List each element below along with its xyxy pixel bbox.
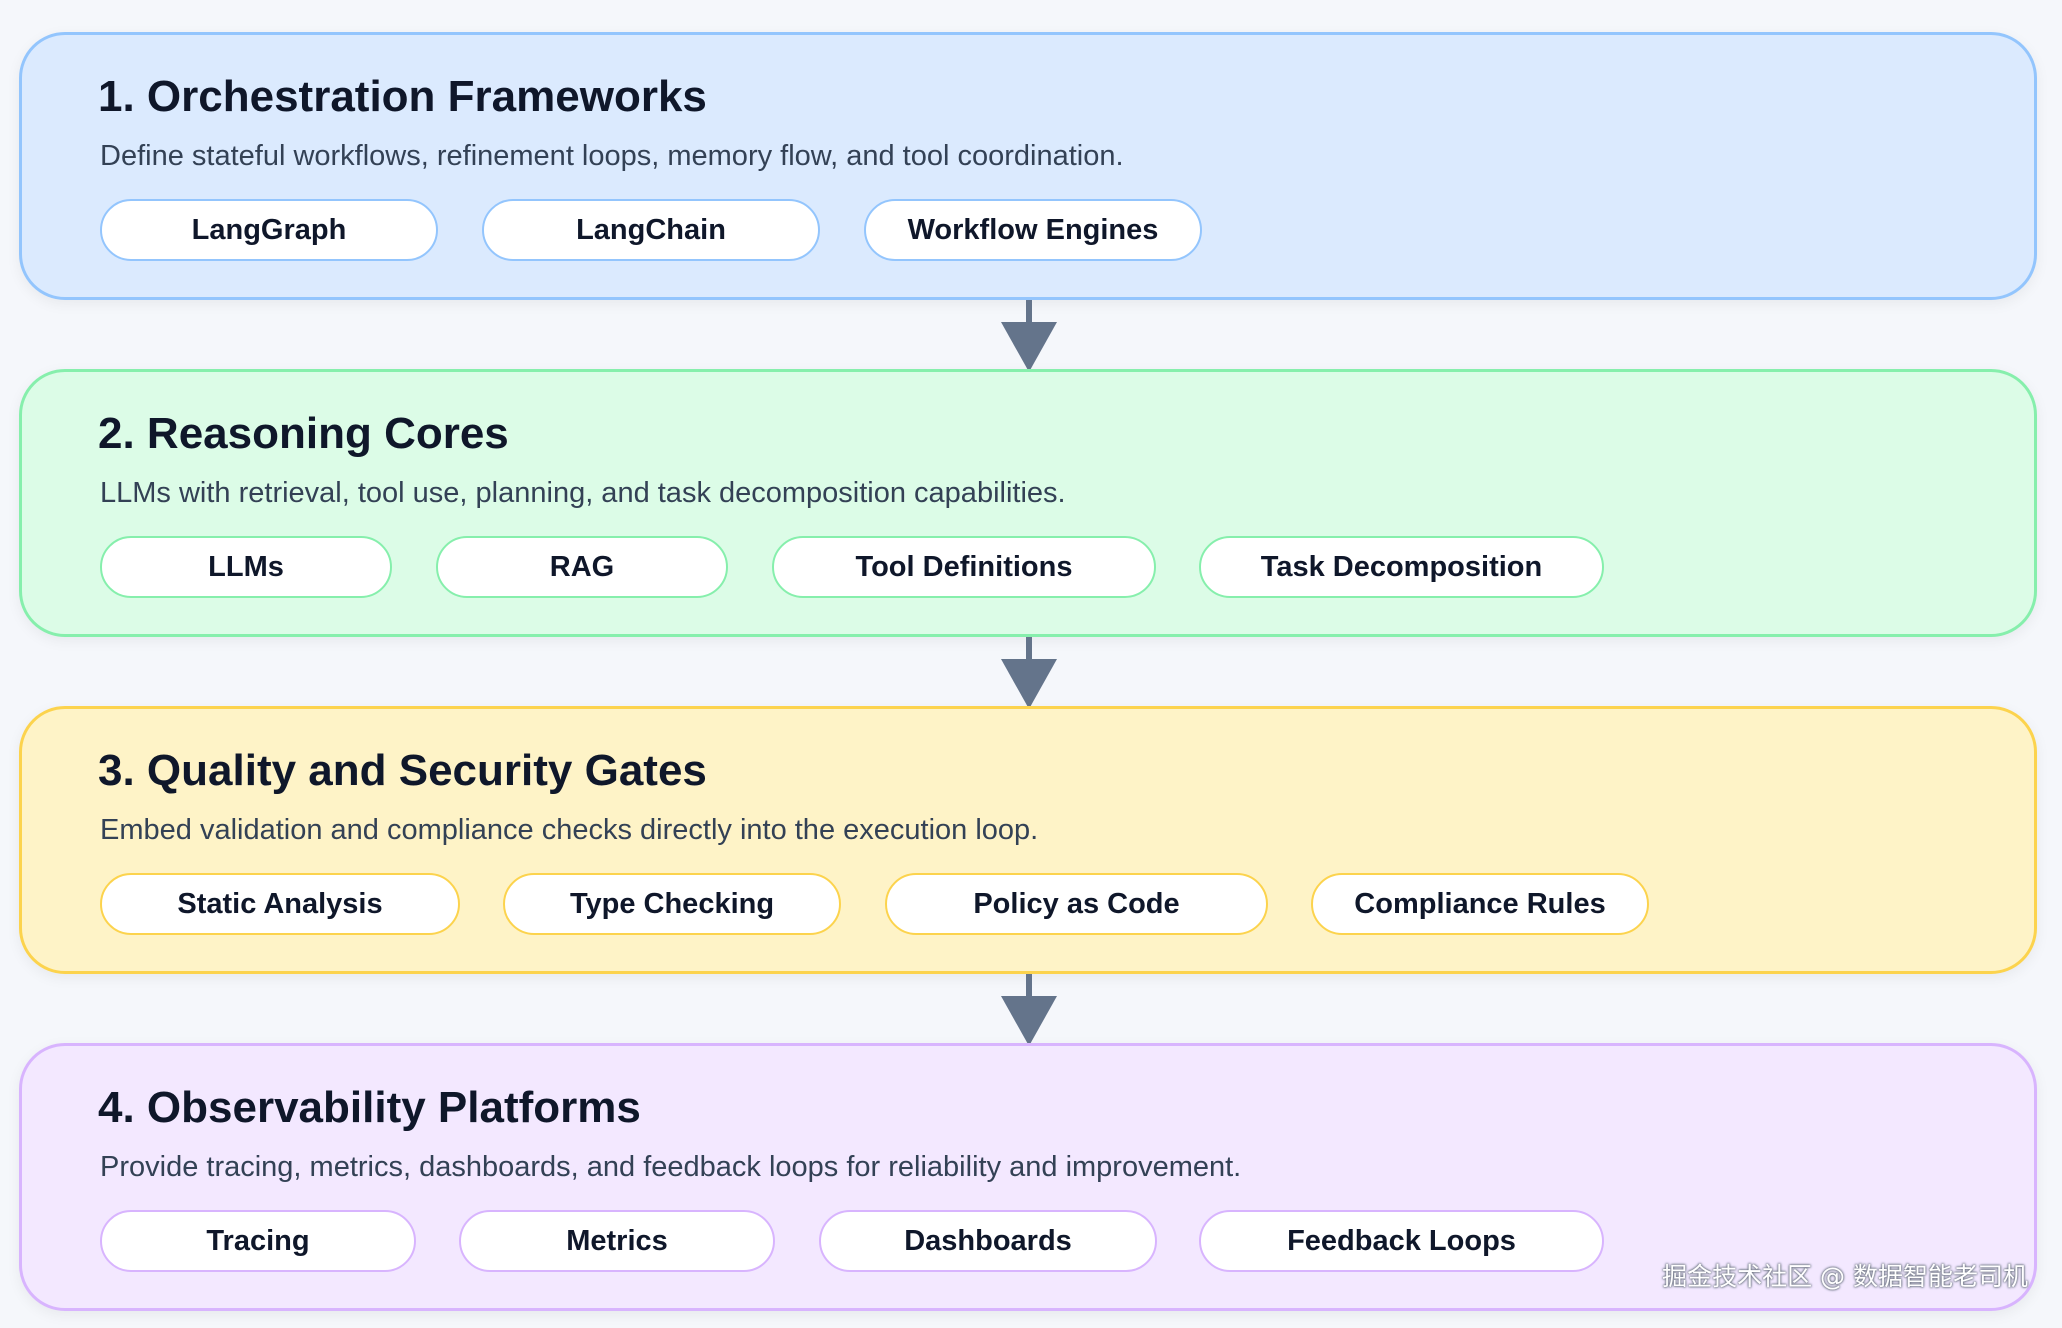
layer-description: LLMs with retrieval, tool use, planning,…	[100, 477, 1066, 509]
chip-dashboards: Dashboards	[819, 1210, 1157, 1272]
chip-task-decomposition: Task Decomposition	[1199, 536, 1604, 598]
watermark: 掘金技术社区 @ 数据智能老司机	[1662, 1262, 2028, 1291]
chip-metrics: Metrics	[459, 1210, 775, 1272]
down-arrow-icon	[1001, 300, 1057, 372]
chip-tool-definitions: Tool Definitions	[772, 536, 1156, 598]
down-arrow-icon	[1001, 637, 1057, 709]
layer-title: 2. Reasoning Cores	[98, 409, 509, 458]
layer-quality-security-gates: 3. Quality and Security Gates Embed vali…	[19, 706, 2037, 974]
chip-type-checking: Type Checking	[503, 873, 841, 935]
chip-rag: RAG	[436, 536, 728, 598]
chip-langgraph: LangGraph	[100, 199, 438, 261]
layer-title: 4. Observability Platforms	[98, 1083, 641, 1132]
chip-static-analysis: Static Analysis	[100, 873, 460, 935]
layer-title: 3. Quality and Security Gates	[98, 746, 707, 795]
layer-description: Embed validation and compliance checks d…	[100, 814, 1039, 846]
layer-reasoning-cores: 2. Reasoning Cores LLMs with retrieval, …	[19, 369, 2037, 637]
chip-llms: LLMs	[100, 536, 392, 598]
chip-policy-as-code: Policy as Code	[885, 873, 1268, 935]
down-arrow-icon	[1001, 974, 1057, 1046]
chip-workflow-engines: Workflow Engines	[864, 199, 1202, 261]
layer-orchestration-frameworks: 1. Orchestration Frameworks Define state…	[19, 32, 2037, 300]
chip-compliance-rules: Compliance Rules	[1311, 873, 1649, 935]
layer-description: Provide tracing, metrics, dashboards, an…	[100, 1151, 1242, 1183]
chip-feedback-loops: Feedback Loops	[1199, 1210, 1604, 1272]
chip-langchain: LangChain	[482, 199, 820, 261]
chip-tracing: Tracing	[100, 1210, 416, 1272]
layer-title: 1. Orchestration Frameworks	[98, 72, 707, 121]
layer-description: Define stateful workflows, refinement lo…	[100, 140, 1124, 172]
